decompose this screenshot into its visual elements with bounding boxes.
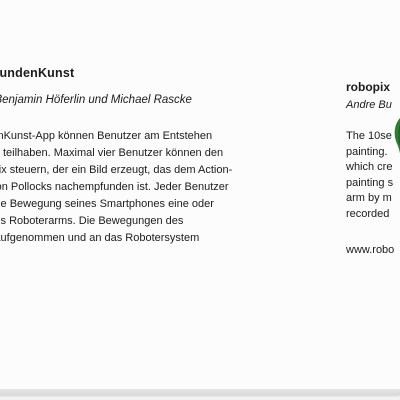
- description-line: ber die Bewegung seines Smartphones eine…: [0, 198, 214, 210]
- description-line: arm by m: [346, 192, 392, 204]
- exhibit-card: sekundenKunst ski, Benjamin Höferlin und…: [0, 0, 400, 395]
- description-line: den aufgenommen und an das Robotersystem: [0, 232, 200, 244]
- plant-leaf-image: [394, 118, 400, 170]
- description-line: painting.: [346, 145, 388, 158]
- description-line: recorded: [346, 207, 390, 220]
- description-line: en des Roboterarms. Die Bewegungen des: [0, 215, 184, 227]
- project-description-de: undenKunst-App können Benutzer am Entste…: [0, 128, 303, 247]
- project-title-de: sekundenKunst: [0, 66, 75, 80]
- description-line: erkes teilhaben. Maximal vier Benutzer k…: [0, 147, 224, 159]
- project-authors-de: ski, Benjamin Höferlin und Michael Rasck…: [0, 94, 192, 106]
- description-line: undenKunst-App können Benutzer am Entste…: [0, 130, 213, 142]
- description-line: ackson Pollocks nachempfunden ist. Jeder…: [0, 181, 229, 193]
- project-description-en: The 10se painting. which cre painting s …: [346, 129, 393, 222]
- project-url[interactable]: www.robo: [346, 244, 394, 256]
- project-title-en: robopix: [346, 80, 390, 94]
- description-line: which cre: [346, 161, 393, 173]
- description-line: painting s: [346, 176, 394, 189]
- description-line: oboPix steuern, der ein Bild erzeugt, da…: [0, 164, 233, 176]
- project-authors-en: Andre Bu: [346, 99, 392, 111]
- description-line: The 10se: [346, 130, 392, 142]
- card-bottom-edge: [0, 389, 400, 395]
